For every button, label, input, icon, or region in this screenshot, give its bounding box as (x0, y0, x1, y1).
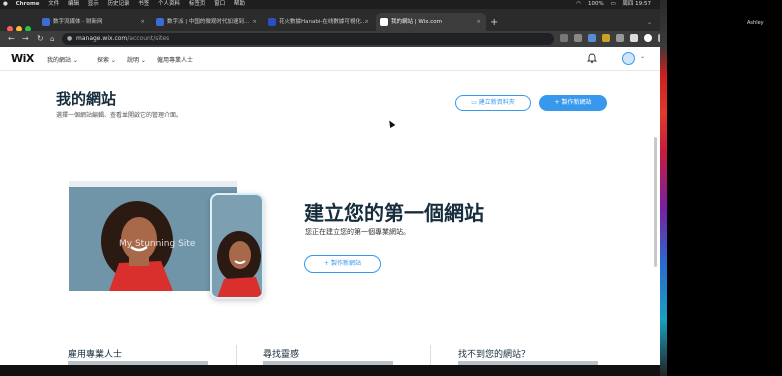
address-bar[interactable]: ● manage.wix.com/account/sites (62, 33, 554, 45)
lock-icon[interactable]: ● (67, 33, 72, 45)
menu-window[interactable]: 窗口 (214, 1, 225, 7)
button-label: 製作新網站 (561, 99, 592, 106)
dock-area (0, 365, 660, 376)
nav-explore[interactable]: 探索 ⌄ (97, 55, 116, 64)
button-label: 建立新資料夾 (478, 99, 515, 106)
back-arrow-icon[interactable]: ← (8, 34, 15, 44)
browser-tab-bar: 数字流媒体 - 财新网 × 数字派 | 中国的微观时代加速到... × 花火數據… (0, 9, 660, 32)
wix-page: WiX 我的網站 ⌄ 探索 ⌄ 說明 ⌄ 僱用專業人士 ⌄ 我的網站 選擇一個網… (0, 47, 660, 365)
participant-name: Ashley (747, 20, 764, 26)
browser-tab[interactable]: 数字派 | 中国的微观时代加速到... × (152, 13, 262, 31)
extension-icon[interactable] (602, 34, 610, 42)
extensions-area (560, 34, 672, 44)
footer-cant-find-heading: 找不到您的網站？ (458, 350, 531, 360)
footer-hire-pro-heading: 雇用專業人士 (68, 350, 123, 360)
extension-icon[interactable] (588, 34, 596, 42)
share-icon[interactable] (560, 34, 568, 42)
close-tab-icon[interactable]: × (140, 13, 145, 31)
tab-title: 我的網站 | Wix.com (391, 19, 442, 25)
page-title: 我的網站 (56, 90, 117, 108)
hero-title: 建立您的第一個網站 (304, 201, 484, 225)
menu-history[interactable]: 历史记录 (108, 1, 130, 7)
avatar[interactable] (622, 52, 635, 65)
side-color-strip (660, 0, 667, 376)
tab-title: 数字派 | 中国的微观时代加速到... (167, 19, 250, 25)
url-domain: manage.wix.com (76, 35, 128, 42)
woman-photo-illustration (212, 195, 262, 297)
battery-percent: 100% (587, 1, 604, 7)
create-site-button[interactable]: + 製作新網站 (539, 95, 607, 111)
wix-logo[interactable]: WiX (11, 52, 34, 65)
forward-arrow-icon[interactable]: → (22, 34, 29, 44)
apple-icon[interactable]: ● (3, 1, 8, 7)
menu-app-name[interactable]: Chrome (16, 1, 40, 7)
button-label: 製作新網站 (330, 260, 361, 267)
close-tab-icon[interactable]: × (252, 13, 257, 31)
wix-top-nav: WiX 我的網站 ⌄ 探索 ⌄ 說明 ⌄ 僱用專業人士 ⌄ (0, 47, 660, 71)
create-site-button-secondary[interactable]: + 製作新網站 (304, 255, 381, 273)
menu-tabs[interactable]: 标签页 (189, 1, 206, 7)
bell-icon[interactable] (586, 52, 598, 64)
sidebar-icon[interactable] (630, 34, 638, 42)
divider (236, 345, 237, 365)
tab-favicon-icon (42, 18, 50, 26)
nav-my-sites[interactable]: 我的網站 ⌄ (47, 55, 78, 64)
mobile-site-preview (210, 193, 264, 299)
tab-favicon-icon (268, 18, 276, 26)
puzzle-icon[interactable] (616, 34, 624, 42)
menu-file[interactable]: 文件 (48, 1, 59, 7)
address-toolbar: ← → ↻ ⌂ ● manage.wix.com/account/sites (0, 31, 666, 47)
divider (430, 345, 431, 365)
menu-profile[interactable]: 个人资料 (158, 1, 180, 7)
close-tab-icon[interactable]: × (364, 13, 369, 31)
nav-label: 我的網站 (47, 57, 72, 64)
new-tab-button[interactable]: + (490, 18, 498, 28)
nav-help[interactable]: 說明 ⌄ (127, 55, 146, 64)
browser-tab[interactable]: 花火數據Hanabi-在线數據可視化... × (264, 13, 374, 31)
menu-edit[interactable]: 编辑 (68, 1, 79, 7)
plus-icon: + (324, 260, 330, 267)
folder-icon: ▭ (471, 99, 477, 106)
nav-label: 探索 (97, 57, 110, 64)
menu-bookmarks[interactable]: 书签 (138, 1, 149, 7)
tab-search-icon[interactable]: ⌄ (647, 19, 652, 26)
menu-status-area: ◠ 100% ▭ 周四 19:57 (576, 0, 656, 9)
page-subtitle: 選擇一個網站編輯、查看並開啟它的管理介面。 (56, 112, 183, 119)
browser-tab[interactable]: 数字流媒体 - 财新网 × (38, 13, 150, 31)
plus-icon: + (554, 99, 560, 106)
wix-favicon-icon (380, 18, 388, 26)
chevron-down-icon[interactable]: ⌄ (640, 53, 645, 60)
tab-favicon-icon (156, 18, 164, 26)
url-path: /account/sites (127, 35, 170, 42)
screen: ● Chrome 文件 编辑 显示 历史记录 书签 个人资料 标签页 窗口 帮助… (0, 0, 782, 376)
nav-hire-pro[interactable]: 僱用專業人士 (157, 55, 193, 64)
new-folder-button[interactable]: ▭ 建立新資料夾 (455, 95, 531, 111)
clock[interactable]: 周四 19:57 (622, 1, 651, 7)
tab-title: 数字流媒体 - 财新网 (53, 19, 103, 25)
nav-label: 說明 (127, 57, 140, 64)
macos-menu-bar: ● Chrome 文件 编辑 显示 历史记录 书签 个人资料 标签页 窗口 帮助… (0, 0, 660, 9)
footer-inspiration-heading: 尋找靈感 (263, 350, 300, 360)
site-preview-title: My Stunning Site (119, 239, 196, 249)
wifi-icon[interactable]: ◠ (576, 1, 581, 7)
browser-tab-active[interactable]: 我的網站 | Wix.com × (376, 13, 486, 31)
hero-subtitle: 您正在建立您的第一個專業網站。 (305, 228, 410, 236)
home-icon[interactable]: ⌂ (50, 34, 54, 44)
bookmark-star-icon[interactable] (574, 34, 582, 42)
scrollbar-thumb[interactable] (654, 137, 657, 267)
menu-view[interactable]: 显示 (88, 1, 99, 7)
profile-icon[interactable] (644, 34, 652, 42)
reload-icon[interactable]: ↻ (37, 34, 44, 44)
tab-title: 花火數據Hanabi-在线數據可視化... (279, 19, 367, 25)
battery-icon[interactable]: ▭ (610, 1, 615, 7)
menu-help[interactable]: 帮助 (234, 1, 245, 7)
close-tab-icon[interactable]: × (476, 13, 481, 31)
